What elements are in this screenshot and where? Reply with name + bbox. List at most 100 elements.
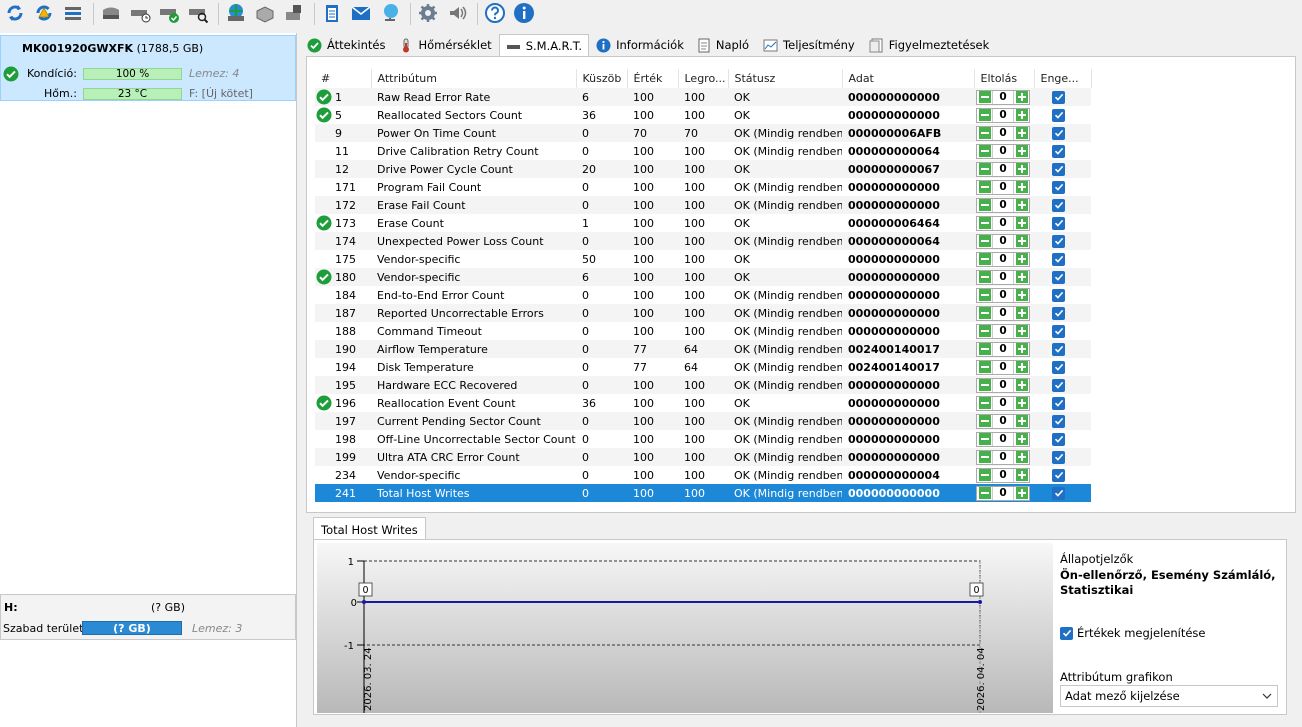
plus-icon[interactable]: [1014, 361, 1029, 374]
minus-icon[interactable]: [977, 217, 992, 230]
enabled-checkbox[interactable]: [1052, 414, 1065, 428]
plus-icon[interactable]: [1014, 325, 1029, 338]
enabled-checkbox[interactable]: [1052, 270, 1065, 284]
drive-export-button[interactable]: [281, 1, 307, 27]
offset-stepper[interactable]: 0: [976, 305, 1030, 321]
table-row[interactable]: 198 Off-Line Uncorrectable Sector Count 0 1…: [315, 430, 1091, 448]
offset-stepper[interactable]: 0: [976, 449, 1030, 465]
offset-value[interactable]: 0: [992, 486, 1014, 500]
table-row[interactable]: 12 Drive Power Cycle Count 20 100 100 OK 00000…: [315, 160, 1091, 178]
minus-icon[interactable]: [977, 451, 992, 464]
offset-value[interactable]: 0: [992, 90, 1014, 104]
minus-icon[interactable]: [977, 415, 992, 428]
enabled-checkbox[interactable]: [1052, 90, 1065, 104]
column-header[interactable]: Küszöb: [576, 69, 628, 88]
table-row[interactable]: 180 Vendor-specific 6 100 100 OK 000000000000 0: [315, 268, 1091, 286]
table-row[interactable]: 9 Power On Time Count 0 70 70 OK (Mindig rend…: [315, 124, 1091, 142]
enabled-checkbox[interactable]: [1052, 396, 1065, 410]
minus-icon[interactable]: [977, 181, 992, 194]
offset-stepper[interactable]: 0: [976, 413, 1030, 429]
table-row[interactable]: 188 Command Timeout 0 100 100 OK (Mindig rend…: [315, 322, 1091, 340]
offset-stepper[interactable]: 0: [976, 287, 1030, 303]
table-row[interactable]: 171 Program Fail Count 0 100 100 OK (Mindig r…: [315, 178, 1091, 196]
offset-stepper[interactable]: 0: [976, 125, 1030, 141]
offset-stepper[interactable]: 0: [976, 143, 1030, 159]
minus-icon[interactable]: [977, 253, 992, 266]
network-button[interactable]: [377, 1, 403, 27]
offset-value[interactable]: 0: [992, 144, 1014, 158]
minus-icon[interactable]: [977, 343, 992, 356]
column-header[interactable]: Legro...: [678, 69, 729, 88]
offset-stepper[interactable]: 0: [976, 341, 1030, 357]
table-row[interactable]: 174 Unexpected Power Loss Count 0 100 100 OK …: [315, 232, 1091, 250]
refresh-warning-button[interactable]: [31, 1, 57, 27]
offset-value[interactable]: 0: [992, 360, 1014, 374]
plus-icon[interactable]: [1014, 451, 1029, 464]
plus-icon[interactable]: [1014, 433, 1029, 446]
enabled-checkbox[interactable]: [1052, 144, 1065, 158]
show-values-option[interactable]: Értékek megjelenítése: [1060, 626, 1205, 640]
table-row[interactable]: 175 Vendor-specific 50 100 100 OK 000000000000…: [315, 250, 1091, 268]
drive-clock-button[interactable]: [127, 1, 153, 27]
enabled-checkbox[interactable]: [1052, 234, 1065, 248]
enabled-checkbox[interactable]: [1052, 162, 1065, 176]
enabled-checkbox[interactable]: [1052, 252, 1065, 266]
offset-stepper[interactable]: 0: [976, 467, 1030, 483]
minus-icon[interactable]: [977, 487, 992, 500]
offset-stepper[interactable]: 0: [976, 215, 1030, 231]
mail-button[interactable]: [348, 1, 374, 27]
table-row[interactable]: 241 Total Host Writes 0 100 100 OK (Mindig re…: [315, 484, 1091, 502]
tab-temperature[interactable]: Hőmérséklet: [392, 34, 498, 56]
minus-icon[interactable]: [977, 325, 992, 338]
table-row[interactable]: 234 Vendor-specific 0 100 100 OK (Mindig rend…: [315, 466, 1091, 484]
column-header[interactable]: Attribútum: [371, 69, 577, 88]
plus-icon[interactable]: [1014, 307, 1029, 320]
minus-icon[interactable]: [977, 289, 992, 302]
offset-stepper[interactable]: 0: [976, 377, 1030, 393]
plus-icon[interactable]: [1014, 289, 1029, 302]
minus-icon[interactable]: [977, 469, 992, 482]
column-header[interactable]: Érték: [627, 69, 679, 88]
offset-stepper[interactable]: 0: [976, 89, 1030, 105]
column-header[interactable]: Eltolás: [974, 69, 1035, 88]
minus-icon[interactable]: [977, 145, 992, 158]
minus-icon[interactable]: [977, 397, 992, 410]
table-row[interactable]: 195 Hardware ECC Recovered 0 100 100 OK (Mind…: [315, 376, 1091, 394]
offset-stepper[interactable]: 0: [976, 197, 1030, 213]
plus-icon[interactable]: [1014, 181, 1029, 194]
offset-value[interactable]: 0: [992, 396, 1014, 410]
table-row[interactable]: 11 Drive Calibration Retry Count 0 100 100 OK…: [315, 142, 1091, 160]
minus-icon[interactable]: [977, 91, 992, 104]
table-row[interactable]: 187 Reported Uncorrectable Errors 0 100 100 O…: [315, 304, 1091, 322]
table-row[interactable]: 1 Raw Read Error Rate 6 100 100 OK 00000000000…: [315, 88, 1091, 106]
notepad-button[interactable]: [319, 1, 345, 27]
plus-icon[interactable]: [1014, 127, 1029, 140]
enabled-checkbox[interactable]: [1052, 216, 1065, 230]
graph-tab[interactable]: Total Host Writes: [313, 517, 426, 539]
plus-icon[interactable]: [1014, 253, 1029, 266]
column-header[interactable]: #: [315, 69, 372, 88]
enabled-checkbox[interactable]: [1052, 198, 1065, 212]
plus-icon[interactable]: [1014, 109, 1029, 122]
minus-icon[interactable]: [977, 271, 992, 284]
offset-stepper[interactable]: 0: [976, 359, 1030, 375]
offset-value[interactable]: 0: [992, 288, 1014, 302]
plus-icon[interactable]: [1014, 235, 1029, 248]
help-button[interactable]: [482, 1, 508, 27]
offset-stepper[interactable]: 0: [976, 395, 1030, 411]
info-button[interactable]: [511, 1, 537, 27]
offset-value[interactable]: 0: [992, 414, 1014, 428]
plus-icon[interactable]: [1014, 379, 1029, 392]
minus-icon[interactable]: [977, 235, 992, 248]
enabled-checkbox[interactable]: [1052, 126, 1065, 140]
offset-value[interactable]: 0: [992, 180, 1014, 194]
tab-information[interactable]: Információk: [589, 34, 691, 56]
offset-value[interactable]: 0: [992, 252, 1014, 266]
plus-icon[interactable]: [1014, 397, 1029, 410]
minus-icon[interactable]: [977, 361, 992, 374]
plus-icon[interactable]: [1014, 487, 1029, 500]
enabled-checkbox[interactable]: [1052, 360, 1065, 374]
tab-log[interactable]: Napló: [691, 34, 756, 56]
table-row[interactable]: 197 Current Pending Sector Count 0 100 100 OK…: [315, 412, 1091, 430]
enabled-checkbox[interactable]: [1052, 306, 1065, 320]
